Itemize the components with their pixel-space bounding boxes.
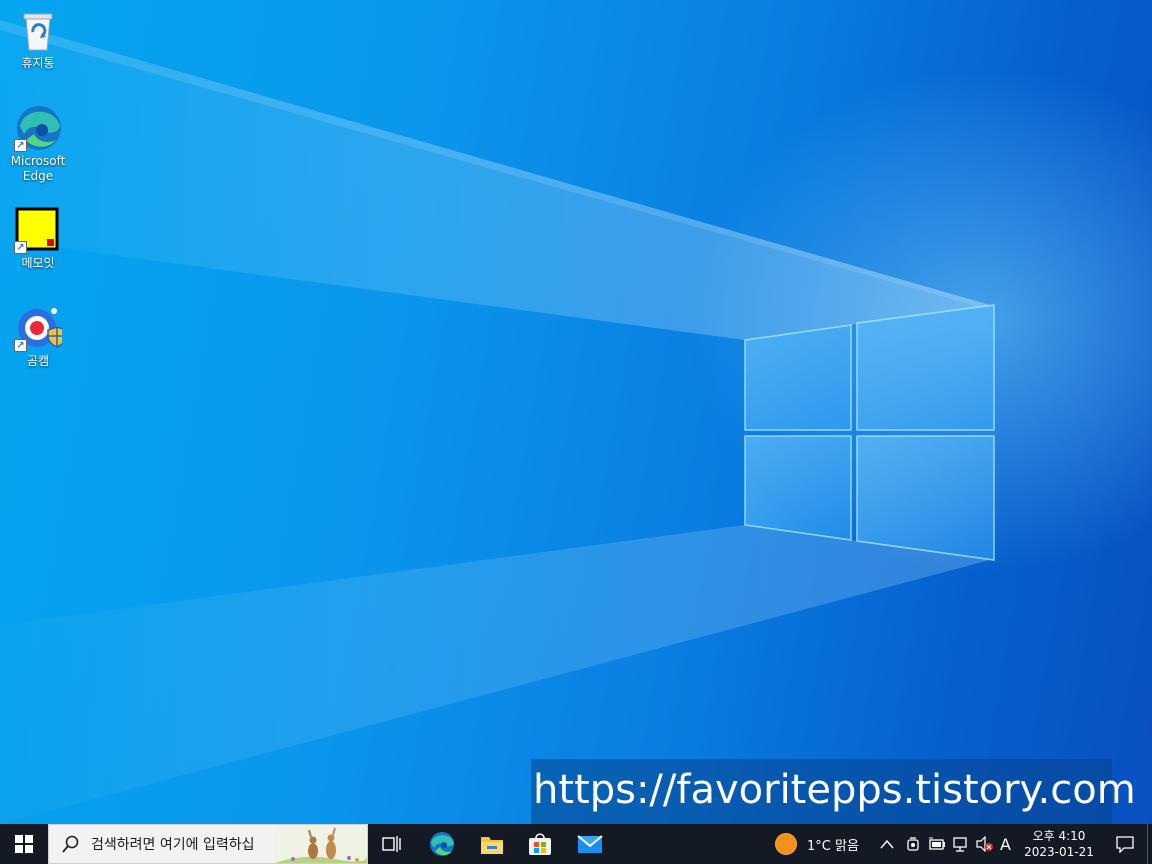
taskbar-mail-button[interactable]	[568, 824, 612, 864]
watermark-text: https://favoritepps.tistory.com	[531, 759, 1136, 824]
shortcut-arrow-icon: ↗	[14, 241, 27, 254]
file-explorer-icon	[481, 837, 503, 854]
sun-icon	[776, 834, 796, 854]
desktop-icon-memoit[interactable]: ↗ 메모잇	[0, 206, 76, 271]
desktop[interactable]: 휴지통 ↗ Microsoft Edge ↗ 메모잇 ↗ 곰캠 https://…	[0, 0, 1152, 824]
action-center-button[interactable]	[1104, 824, 1146, 864]
search-placeholder: 검색하려면 여기에 입력하십	[91, 837, 255, 853]
desktop-icon-label: Microsoft Edge	[10, 154, 66, 183]
taskbar-store-button[interactable]	[518, 824, 562, 864]
shortcut-arrow-icon: ↗	[14, 139, 27, 152]
desktop-icon-label: 곰캠	[26, 354, 50, 368]
desktop-icon-label: 휴지통	[21, 56, 55, 70]
show-hidden-icons-button[interactable]	[880, 824, 894, 864]
windows-icon	[15, 835, 33, 853]
taskbar-edge-button[interactable]	[420, 824, 464, 864]
weather-text: 1°C 맑음	[807, 838, 859, 854]
desktop-icon-gomcam[interactable]: ↗ 곰캠	[0, 304, 76, 369]
desktop-icon-label: 메모잇	[21, 256, 55, 270]
start-button[interactable]	[0, 824, 48, 864]
taskbar-file-explorer-button[interactable]	[470, 824, 514, 864]
wallpaper-windows-logo	[0, 20, 995, 824]
clock-date: 2023-01-21	[1024, 845, 1094, 859]
battery-icon	[929, 837, 945, 850]
volume-muted-icon	[976, 836, 993, 852]
clock[interactable]: 오후 4:10 2023-01-21	[1020, 824, 1098, 864]
sticky-note-icon: ↗	[14, 206, 62, 254]
ime-indicator[interactable]: A	[1000, 824, 1011, 864]
tray-battery-button[interactable]	[928, 824, 946, 864]
task-view-button[interactable]	[370, 824, 414, 864]
tray-meet-now-button[interactable]	[905, 824, 921, 864]
store-icon	[529, 833, 551, 855]
taskbar: 검색하려면 여기에 입력하십 1°C 맑음 A 오후 4:10 2023-01-…	[0, 824, 1152, 864]
tray-volume-button[interactable]	[976, 824, 994, 864]
show-desktop-button[interactable]	[1147, 824, 1152, 864]
task-view-icon	[382, 836, 401, 852]
desktop-icon-microsoft-edge[interactable]: ↗ Microsoft Edge	[0, 104, 76, 184]
clock-time: 오후 4:10	[1032, 829, 1086, 843]
desktop-icon-recycle-bin[interactable]: 휴지통	[0, 6, 76, 71]
search-input[interactable]: 검색하려면 여기에 입력하십	[48, 824, 368, 864]
recycle-bin-icon	[14, 6, 62, 54]
edge-icon: ↗	[14, 104, 62, 152]
shortcut-arrow-icon: ↗	[14, 339, 27, 352]
tray-network-button[interactable]	[952, 824, 970, 864]
search-highlight-illustration	[275, 825, 367, 863]
chevron-up-icon	[880, 839, 894, 849]
edge-icon	[430, 832, 454, 856]
mail-icon	[577, 835, 603, 853]
notification-icon	[1116, 836, 1134, 853]
weather-widget[interactable]: 1°C 맑음	[776, 824, 859, 864]
search-icon	[62, 835, 79, 853]
gomcam-icon: ↗	[14, 304, 67, 352]
windows-logo	[744, 304, 995, 561]
network-icon	[953, 837, 967, 852]
camera-icon	[907, 837, 919, 851]
